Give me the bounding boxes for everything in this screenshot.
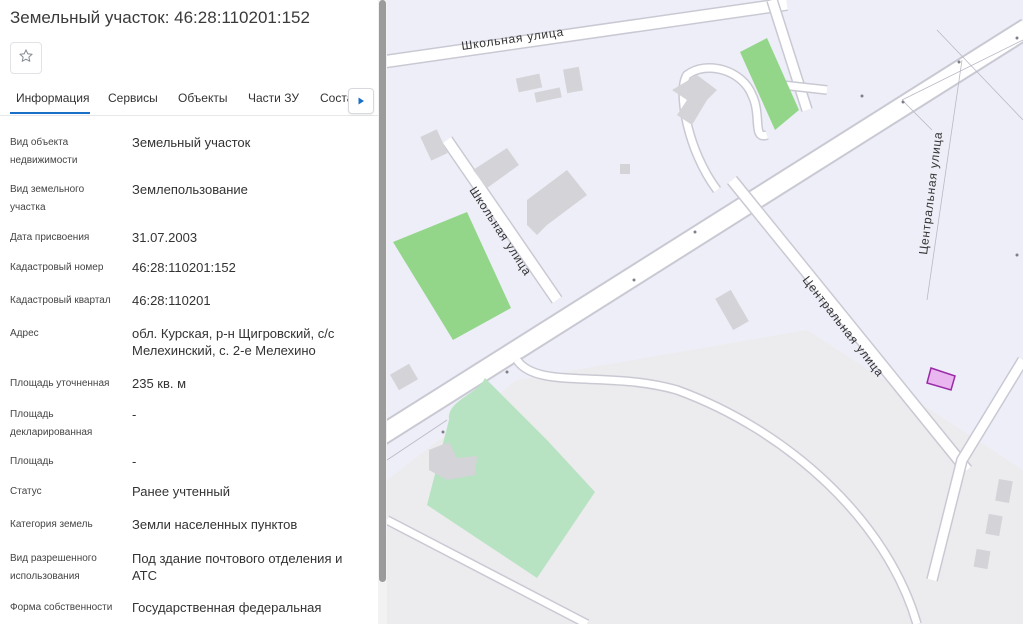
info-value: Под здание почтового отделения и АТС: [132, 551, 343, 583]
active-tab-indicator: [10, 112, 90, 114]
info-value: 235 кв. м: [132, 376, 187, 391]
info-label: Статус: [10, 486, 42, 497]
info-panel: Земельный участок: 46:28:110201:152 Инфо…: [0, 0, 378, 624]
tab-servisy[interactable]: Сервисы: [108, 91, 158, 105]
building: [389, 363, 419, 391]
favorite-button[interactable]: [10, 42, 42, 74]
info-label: Форма собственности: [10, 602, 113, 613]
info-value: -: [132, 407, 137, 422]
info-label: Площадь декларированная: [10, 409, 93, 438]
info-label: Площадь уточненная: [10, 378, 110, 389]
info-label: Адрес: [10, 328, 39, 339]
info-label: Площадь: [10, 456, 54, 467]
info-value: 31.07.2003: [132, 230, 198, 245]
triangle-right-icon: [357, 92, 365, 110]
info-label: Вид разрешенного использования: [10, 553, 97, 582]
info-value: -: [132, 454, 137, 469]
map-canvas[interactable]: Школьная улица Школьная улица Центральна…: [387, 0, 1023, 624]
street-label-tsentralnaya-vert: Центральная улица: [916, 131, 945, 256]
page-title: Земельный участок: 46:28:110201:152: [10, 8, 310, 27]
info-label: Кадастровый номер: [10, 262, 104, 273]
star-outline-icon: [18, 48, 34, 69]
info-label: Категория земель: [10, 519, 93, 530]
info-label: Дата присвоения: [10, 232, 90, 243]
tab-informatsiya[interactable]: Информация: [16, 91, 89, 105]
info-value: Ранее учтенный: [132, 484, 230, 499]
info-label: Вид земельного участка: [10, 184, 85, 213]
map-view[interactable]: Школьная улица Школьная улица Центральна…: [387, 0, 1023, 624]
shkolnaya-top-road: [387, 0, 788, 67]
panel-scrollbar-thumb[interactable]: [379, 0, 386, 582]
info-value: Земельный участок: [132, 135, 251, 150]
building: [563, 66, 583, 94]
info-value: 46:28:110201: [132, 293, 211, 308]
info-value: 46:28:110201:152: [132, 260, 236, 275]
tabs-scroll-right-button[interactable]: [348, 88, 374, 114]
info-label: Кадастровый квартал: [10, 295, 111, 306]
tab-obekty[interactable]: Объекты: [178, 91, 228, 105]
panel-scrollbar[interactable]: [378, 0, 387, 624]
building: [420, 129, 448, 161]
building: [534, 87, 562, 103]
tab-bar: Информация Сервисы Объекты Части ЗУ Сост…: [0, 84, 378, 116]
info-value: Государственная федеральная: [132, 600, 322, 615]
info-value: обл. Курская, р-н Щигровский, с/с Мелехи…: [132, 326, 335, 358]
building: [620, 164, 630, 174]
selected-parcel: [926, 367, 956, 391]
info-value: Землепользование: [132, 182, 248, 197]
building: [515, 73, 543, 93]
building: [527, 170, 587, 235]
info-label: Вид объекта недвижимости: [10, 137, 78, 166]
tab-chasti-zu[interactable]: Части ЗУ: [248, 91, 299, 105]
info-value: Земли населенных пунктов: [132, 517, 298, 532]
building: [715, 289, 749, 331]
